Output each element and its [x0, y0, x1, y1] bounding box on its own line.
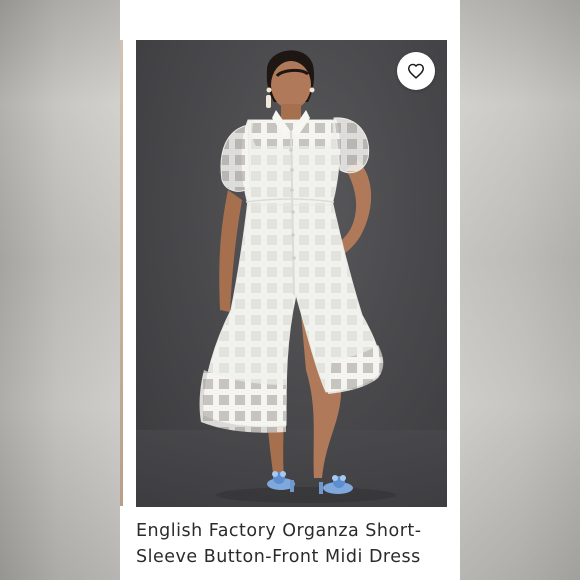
listing-card[interactable]: English Factory Organza Short-Sleeve But…: [120, 0, 460, 580]
product-photo[interactable]: [136, 40, 447, 507]
screenshot-frame: English Factory Organza Short-Sleeve But…: [0, 0, 580, 580]
background-blur-right: [460, 0, 580, 580]
background-blur-left: [0, 0, 120, 580]
favorite-button[interactable]: [397, 52, 435, 90]
listing-title[interactable]: English Factory Organza Short-Sleeve But…: [136, 518, 454, 570]
model-illustration: [136, 50, 447, 507]
heart-outline-icon: [407, 63, 425, 79]
previous-photo-edge: [120, 40, 123, 506]
